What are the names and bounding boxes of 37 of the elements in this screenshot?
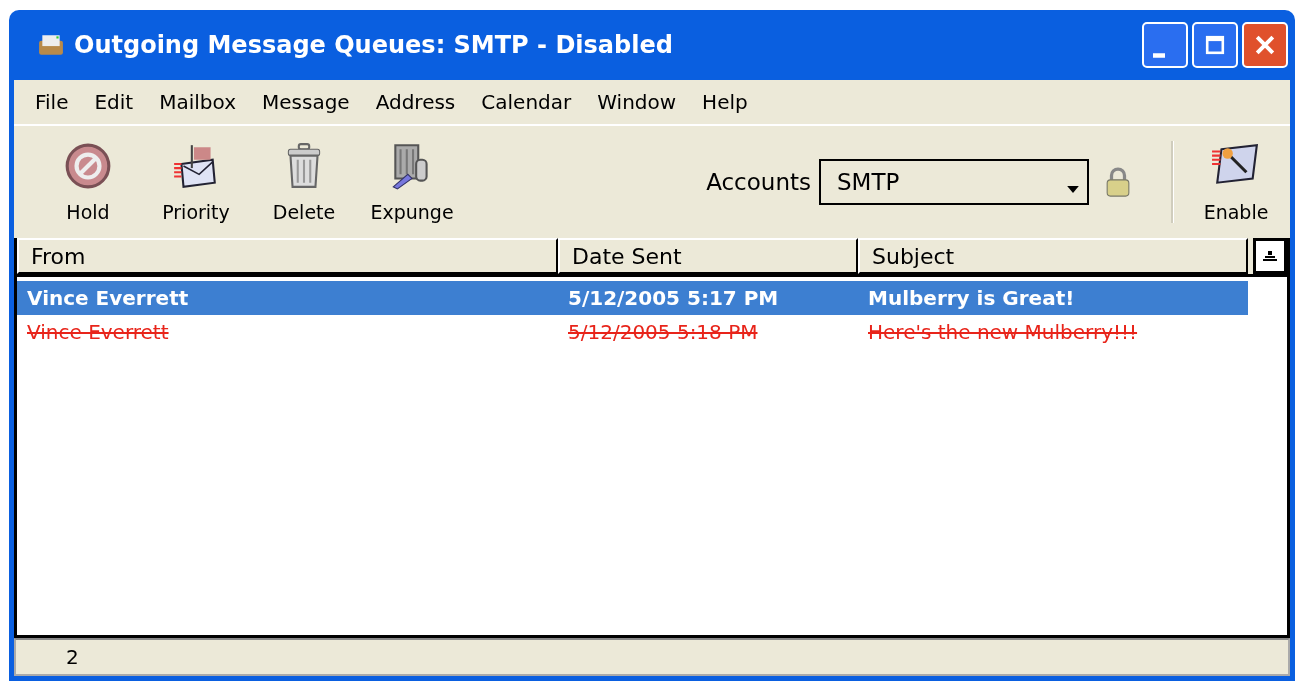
toolbar-button[interactable]: Delete [250,141,358,223]
table-row[interactable]: Vince Everrett 5/12/2005 5:18 PM Here's the new Mulberry!!! [17,315,1248,349]
table-cell-text: Vince Everrett [26,320,170,344]
minimize-button[interactable] [1142,22,1188,68]
close-button[interactable] [1242,22,1288,68]
table-cell-text: Here's the new Mulberry!!! [867,320,1139,344]
menu-item[interactable]: Calendar [468,90,585,114]
inbox-tray-icon [38,34,64,56]
enable-button[interactable]: Enable [1182,141,1290,223]
accounts-label: Accounts [706,169,811,195]
table-cell-text: Mulberry is Great! [867,286,1076,310]
accounts-dropdown[interactable]: SMTP [819,159,1089,205]
column-header[interactable]: From [17,238,558,274]
maximize-button[interactable] [1192,22,1238,68]
toolbar-button[interactable]: Expunge [358,141,466,223]
column-picker-button[interactable] [1253,238,1287,274]
column-header[interactable]: Subject [858,238,1248,274]
table-cell-text: 5/12/2005 5:18 PM [567,320,759,344]
table-row[interactable]: Vince Everrett 5/12/2005 5:17 PM Mulberry is Great! [17,281,1248,315]
message-count: 2 [66,645,79,669]
menu-item[interactable]: Help [689,90,761,114]
prohibited-icon [63,141,113,191]
table-cell-text: Vince Everrett [26,286,190,310]
menu-item[interactable]: Mailbox [146,90,249,114]
minimize-icon [1153,52,1165,58]
toolbar-button[interactable]: Priority [142,141,250,223]
menu-item[interactable]: Edit [81,90,147,114]
menu-item[interactable]: Address [362,90,469,114]
toolbar-button[interactable]: Hold [34,141,142,223]
column-header[interactable]: Date Sent [558,238,858,274]
window-title: Outgoing Message Queues: SMTP - Disabled [74,31,674,59]
menu-item[interactable]: Window [584,90,690,114]
table-cell-text: 5/12/2005 5:17 PM [567,286,780,310]
stack-icon [1262,248,1278,264]
menu-item[interactable]: Message [249,90,363,114]
menu-item[interactable]: File [22,90,82,114]
caret-icon [1067,186,1079,193]
